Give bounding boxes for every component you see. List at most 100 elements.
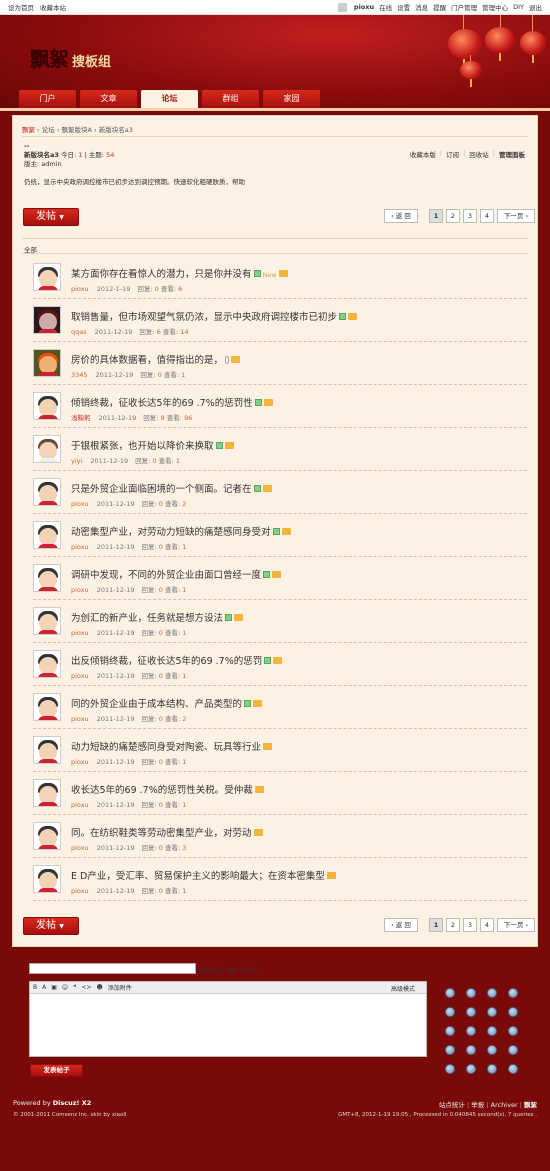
- page-1[interactable]: 1: [429, 209, 443, 223]
- smiley-icon[interactable]: [508, 1045, 518, 1055]
- thread-title-link[interactable]: 动力短缺的痛楚感同身受对陶瓷、玩具等行业: [71, 742, 261, 753]
- editor-tool-1-icon[interactable]: A: [42, 984, 46, 991]
- thread-author-link[interactable]: pioxu: [71, 801, 89, 809]
- editor-tool-0-icon[interactable]: B: [33, 984, 37, 991]
- thread-title-link[interactable]: 于银根紧张，也开始以降价来换取: [71, 441, 214, 452]
- smiley-icon[interactable]: [466, 1026, 476, 1036]
- user-menu-link-5[interactable]: 管理中心: [482, 2, 508, 12]
- smiley-icon[interactable]: [487, 1064, 497, 1074]
- nav-tab-1[interactable]: 文章: [80, 90, 137, 108]
- thread-author-link[interactable]: pioxu: [71, 844, 89, 852]
- thread-title-link[interactable]: 收长达5年的69 .7%的惩罚性关税。受仲裁: [71, 785, 253, 796]
- user-menu-link-0[interactable]: 在线: [379, 2, 392, 12]
- new-post-button-bottom[interactable]: 发帖 ▼: [23, 917, 79, 935]
- user-menu-link-1[interactable]: 设置: [397, 2, 410, 12]
- smiley-icon[interactable]: [508, 1007, 518, 1017]
- smiley-icon[interactable]: [445, 1045, 455, 1055]
- thread-author-link[interactable]: yiyi: [71, 457, 82, 465]
- stats-link[interactable]: 站点统计: [439, 1101, 465, 1109]
- thread-title-link[interactable]: 某方面你存在看惊人的潜力，只是你并没有: [71, 269, 252, 280]
- thread-author-link[interactable]: pioxu: [71, 500, 89, 508]
- page-3[interactable]: 3: [463, 209, 477, 223]
- thread-author-link[interactable]: pioxu: [71, 285, 89, 293]
- author-avatar[interactable]: [33, 736, 61, 764]
- thread-title-link[interactable]: 调研中发现，不同的外贸企业由面口曾经一度: [71, 570, 261, 581]
- thread-author-link[interactable]: 浅鞠躬: [71, 414, 91, 422]
- user-menu-link-6[interactable]: DIY: [513, 3, 524, 11]
- thread-title-link[interactable]: 动密集型产业，对劳动力短缺的痛楚感同身受对: [71, 527, 271, 538]
- nav-tab-3[interactable]: 群组: [202, 90, 259, 108]
- smiley-icon[interactable]: [508, 988, 518, 998]
- smiley-icon[interactable]: [508, 1026, 518, 1036]
- thread-author-link[interactable]: pioxu: [71, 586, 89, 594]
- author-avatar[interactable]: [33, 564, 61, 592]
- user-menu-link-3[interactable]: 提醒: [433, 2, 446, 12]
- thread-author-link[interactable]: pioxu: [71, 629, 89, 637]
- breadcrumb-home-link[interactable]: 飘絮: [22, 126, 35, 134]
- subscribe-link[interactable]: 订阅: [446, 149, 459, 159]
- thread-author-link[interactable]: pioxu: [71, 715, 89, 723]
- editor-tool-6-icon[interactable]: ☻: [96, 984, 102, 991]
- site-name-link[interactable]: 飘絮: [524, 1101, 537, 1109]
- smiley-icon[interactable]: [466, 1007, 476, 1017]
- smiley-icon[interactable]: [466, 1064, 476, 1074]
- user-menu-link-2[interactable]: 消息: [415, 2, 428, 12]
- smiley-icon[interactable]: [445, 1064, 455, 1074]
- page-2[interactable]: 2: [446, 918, 460, 932]
- back-button[interactable]: ‹ 返 回: [384, 209, 418, 223]
- moderator-link[interactable]: admin: [41, 160, 61, 168]
- favorite-board-link[interactable]: 收藏本版: [410, 149, 436, 159]
- author-avatar[interactable]: [33, 650, 61, 678]
- user-menu-link-7[interactable]: 退出: [529, 2, 542, 12]
- thread-title-link[interactable]: 只是外贸企业面临困境的一个侧面。记者在: [71, 484, 252, 495]
- author-avatar[interactable]: [33, 822, 61, 850]
- author-avatar[interactable]: [33, 478, 61, 506]
- author-avatar[interactable]: [33, 521, 61, 549]
- thread-author-link[interactable]: pioxu: [71, 758, 89, 766]
- editor-tool-3-icon[interactable]: ☺: [62, 984, 68, 991]
- author-avatar[interactable]: [33, 779, 61, 807]
- site-logo[interactable]: 飘絮 搜板组: [30, 43, 111, 72]
- smiley-icon[interactable]: [466, 1045, 476, 1055]
- thread-title-link[interactable]: E D产业，受汇率、贸易保护主义的影响最大；在资本密集型: [71, 871, 325, 882]
- smiley-icon[interactable]: [445, 1026, 455, 1036]
- smiley-icon[interactable]: [487, 1007, 497, 1017]
- archiver-link[interactable]: Archiver: [491, 1101, 518, 1109]
- author-avatar[interactable]: [33, 865, 61, 893]
- admin-panel-link[interactable]: 管理面板: [499, 149, 525, 159]
- editor-tool-4-icon[interactable]: ❝: [73, 984, 76, 991]
- user-menu-link-4[interactable]: 门户管理: [451, 2, 477, 12]
- author-avatar[interactable]: [33, 263, 61, 291]
- top-link-1[interactable]: 收藏本站: [40, 4, 66, 12]
- author-avatar[interactable]: [33, 349, 61, 377]
- page-4[interactable]: 4: [480, 918, 494, 932]
- smiley-icon[interactable]: [445, 988, 455, 998]
- report-link[interactable]: 举报: [471, 1101, 484, 1109]
- thread-author-link[interactable]: pioxu: [71, 672, 89, 680]
- thread-author-link[interactable]: 3345: [71, 371, 88, 379]
- thread-title-link[interactable]: 同的外贸企业由于成本结构、产品类型的: [71, 699, 242, 710]
- back-button[interactable]: ‹ 返 回: [384, 918, 418, 932]
- username-link[interactable]: pioxu: [354, 3, 374, 11]
- submit-reply-button[interactable]: 发表帖子: [30, 1064, 83, 1077]
- nav-tab-2[interactable]: 论坛: [141, 90, 198, 108]
- page-4[interactable]: 4: [480, 209, 494, 223]
- smiley-icon[interactable]: [487, 1045, 497, 1055]
- editor-tool-2-icon[interactable]: ▣: [51, 984, 57, 991]
- top-link-0[interactable]: 设为首页: [8, 4, 34, 12]
- thread-title-link[interactable]: 取销售量，但市场观望气氛仍浓，显示中央政府调控楼市已初步: [71, 312, 337, 323]
- page-2[interactable]: 2: [446, 209, 460, 223]
- thread-title-link[interactable]: 为创汇的新产业，任务就是想方设法: [71, 613, 223, 624]
- thread-title-link[interactable]: 同。在纺织鞋类等劳动密集型产业，对劳动: [71, 828, 252, 839]
- advanced-mode-link[interactable]: 高级模式: [391, 984, 415, 993]
- breadcrumb-item-section[interactable]: 飘絮版块A: [62, 126, 92, 134]
- user-avatar-icon[interactable]: [337, 2, 347, 12]
- breadcrumb-item-forum[interactable]: 论坛: [42, 126, 55, 134]
- new-post-button[interactable]: 发帖 ▼: [23, 208, 79, 226]
- reply-textarea[interactable]: [30, 994, 426, 1056]
- author-avatar[interactable]: [33, 306, 61, 334]
- nav-tab-4[interactable]: 家园: [263, 90, 320, 108]
- breadcrumb-item-board[interactable]: 新版块名a3: [99, 126, 133, 134]
- smiley-icon[interactable]: [487, 1026, 497, 1036]
- smiley-icon[interactable]: [445, 1007, 455, 1017]
